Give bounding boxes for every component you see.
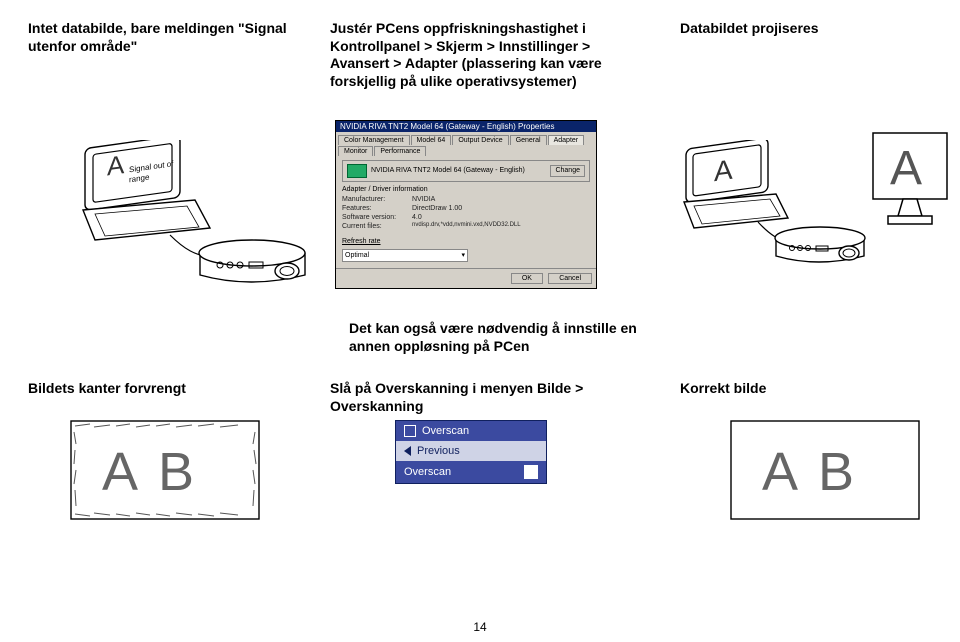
dialog-adapter-card: NVIDIA RIVA TNT2 Model 64 (Gateway - Eng… [342, 160, 590, 182]
row1-tip-text: Det kan også være nødvendig å innstille … [349, 320, 649, 355]
kv-row: Current files:nvdisp.drv,*vdd,nvmini.vxd… [342, 222, 590, 231]
dialog-tab[interactable]: Model 64 [411, 135, 452, 145]
row1-mid-text-body: Justér PCens oppfriskningshastighet i Ko… [330, 20, 650, 90]
illustration-laptop-projector-left: A Signal out of range [75, 140, 315, 305]
dialog-tab[interactable]: Monitor [338, 146, 373, 156]
dialog-body: NVIDIA RIVA TNT2 Model 64 (Gateway - Eng… [336, 156, 596, 268]
cancel-button[interactable]: Cancel [548, 273, 592, 284]
dialog-tab[interactable]: Color Management [338, 135, 410, 145]
illustration-laptop-projector-right: A [680, 140, 870, 305]
dialog-titlebar: NVIDIA RIVA TNT2 Model 64 (Gateway - Eng… [336, 121, 596, 132]
refresh-rate-label: Refresh rate [342, 237, 590, 246]
clean-AB-text: A B [762, 442, 858, 502]
dialog-tab[interactable]: General [510, 135, 547, 145]
checkbox-icon [524, 465, 538, 479]
osd-item-previous[interactable]: Previous [396, 441, 546, 461]
kv-row: Manufacturer:NVIDIA [342, 195, 590, 204]
row1-right-heading-text: Databildet projiseres [680, 20, 930, 38]
dialog-tab-active[interactable]: Adapter [548, 135, 585, 145]
illustration-clean-AB: A B [730, 420, 920, 520]
square-icon [404, 425, 416, 437]
change-button[interactable]: Change [550, 165, 585, 176]
illustration-monitor-A: A [870, 130, 950, 245]
triangle-left-icon [404, 446, 411, 456]
osd-item-label: Overscan [422, 425, 469, 437]
refresh-rate-box: Refresh rate Optimal ▾ [342, 237, 590, 261]
illustration-distorted-AB: A B [70, 420, 260, 520]
dialog-tabs: Color Management Model 64 Output Device … [336, 132, 596, 156]
row1-left-heading: Intet databilde, bare meldingen "Signal … [28, 20, 308, 55]
page-root: Intet databilde, bare meldingen "Signal … [0, 0, 960, 642]
row1-mid-text: Justér PCens oppfriskningshastighet i Ko… [330, 20, 650, 90]
distorted-AB-text: A B [102, 442, 198, 502]
laptop-screen-A-right: A [714, 154, 733, 188]
adapter-chip-icon [347, 164, 367, 178]
osd-item-label: Previous [417, 445, 460, 457]
row2-mid-heading: Slå på Overskanning i menyen Bilde > Ove… [330, 380, 630, 415]
osd-item-overscan-bottom[interactable]: Overscan [396, 461, 546, 483]
dialog-button-bar: OK Cancel [336, 268, 596, 288]
row1-right-heading: Databildet projiseres [680, 20, 930, 38]
dialog-tab[interactable]: Output Device [452, 135, 508, 145]
dialog-tab[interactable]: Performance [374, 146, 426, 156]
ok-button[interactable]: OK [511, 273, 543, 284]
osd-item-overscan-top[interactable]: Overscan [396, 421, 546, 441]
chevron-down-icon: ▾ [461, 251, 465, 260]
kv-row: Software version:4.0 [342, 213, 590, 222]
dialog-section-label: Adapter / Driver information [342, 185, 590, 194]
refresh-rate-select[interactable]: Optimal ▾ [342, 249, 468, 262]
row2-right-heading: Korrekt bilde [680, 380, 766, 396]
monitor-A-text: A [890, 142, 922, 195]
page-number: 14 [0, 620, 960, 634]
row2-left-heading: Bildets kanter forvrengt [28, 380, 186, 396]
row1-left-heading-text: Intet databilde, bare meldingen "Signal … [28, 20, 308, 55]
osd-menu: Overscan Previous Overscan [395, 420, 547, 484]
osd-item-label: Overscan [404, 466, 451, 478]
display-properties-dialog: NVIDIA RIVA TNT2 Model 64 (Gateway - Eng… [335, 120, 597, 289]
laptop-screen-A-left: A [107, 149, 125, 181]
refresh-rate-value: Optimal [345, 251, 369, 260]
adapter-name: NVIDIA RIVA TNT2 Model 64 (Gateway - Eng… [371, 166, 550, 175]
kv-row: Features:DirectDraw 1.00 [342, 204, 590, 213]
